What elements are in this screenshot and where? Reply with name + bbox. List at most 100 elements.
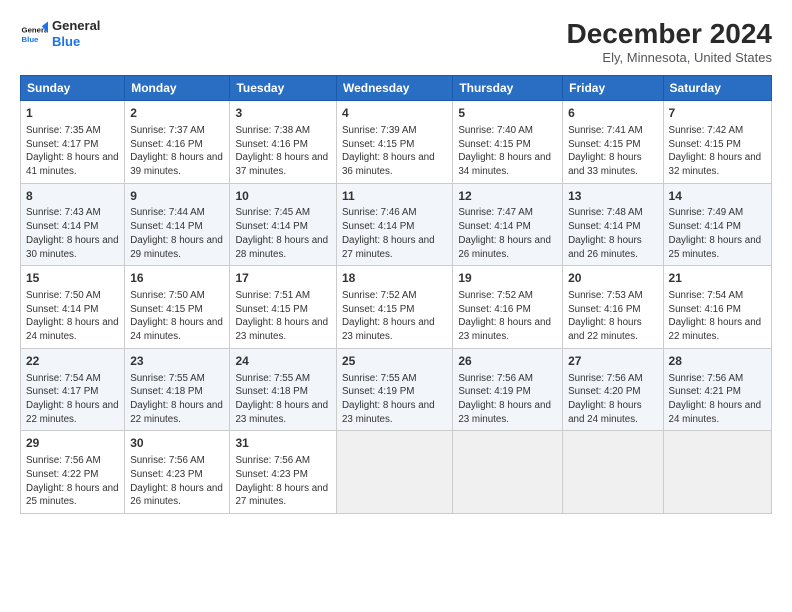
location: Ely, Minnesota, United States [567,50,772,65]
sunset-text: Sunset: 4:22 PM [26,469,98,480]
sunrise-text: Sunrise: 7:56 AM [458,373,533,384]
sunrise-text: Sunrise: 7:40 AM [458,125,533,136]
sunrise-text: Sunrise: 7:35 AM [26,125,101,136]
day-number: 20 [568,270,657,287]
day-cell [336,431,452,514]
sunrise-text: Sunrise: 7:45 AM [235,207,310,218]
sunset-text: Sunset: 4:17 PM [26,139,98,150]
sunset-text: Sunset: 4:16 PM [130,139,202,150]
header-row: SundayMondayTuesdayWednesdayThursdayFrid… [21,76,772,101]
sunset-text: Sunset: 4:23 PM [130,469,202,480]
day-number: 29 [26,435,119,452]
daylight-text: Daylight: 8 hours and 24 minutes. [568,400,642,425]
sunrise-text: Sunrise: 7:56 AM [26,455,101,466]
day-number: 27 [568,353,657,370]
day-number: 28 [669,353,766,370]
sunset-text: Sunset: 4:23 PM [235,469,307,480]
col-header-saturday: Saturday [663,76,771,101]
sunset-text: Sunset: 4:18 PM [235,386,307,397]
logo: General Blue General Blue [20,18,100,49]
sunrise-text: Sunrise: 7:56 AM [130,455,205,466]
sunrise-text: Sunrise: 7:42 AM [669,125,744,136]
day-cell: 5Sunrise: 7:40 AMSunset: 4:15 PMDaylight… [453,101,563,184]
sunset-text: Sunset: 4:20 PM [568,386,640,397]
day-number: 13 [568,188,657,205]
day-cell: 31Sunrise: 7:56 AMSunset: 4:23 PMDayligh… [230,431,337,514]
day-cell: 4Sunrise: 7:39 AMSunset: 4:15 PMDaylight… [336,101,452,184]
day-cell: 30 Sunrise: 7:56 AM Sunset: 4:23 PM Dayligh… [125,431,230,514]
day-cell: 18Sunrise: 7:52 AMSunset: 4:15 PMDayligh… [336,266,452,349]
day-number: 16 [130,270,224,287]
sunrise-text: Sunrise: 7:43 AM [26,207,101,218]
sunrise-text: Sunrise: 7:46 AM [342,207,417,218]
sunrise-text: Sunrise: 7:37 AM [130,125,205,136]
sunrise-text: Sunrise: 7:48 AM [568,207,643,218]
daylight-text: Daylight: 8 hours and 23 minutes. [342,400,435,425]
sunset-text: Sunset: 4:14 PM [26,304,98,315]
sunrise-text: Sunrise: 7:55 AM [130,373,205,384]
sunset-text: Sunset: 4:16 PM [235,139,307,150]
day-number: 6 [568,105,657,122]
title-block: December 2024 Ely, Minnesota, United Sta… [567,18,772,65]
day-cell: 28Sunrise: 7:56 AMSunset: 4:21 PMDayligh… [663,348,771,431]
day-number: 26 [458,353,557,370]
sunset-text: Sunset: 4:15 PM [342,304,414,315]
daylight-text: Daylight: 8 hours and 22 minutes. [669,317,762,342]
header: General Blue General Blue December 2024 … [20,18,772,65]
day-cell: 3Sunrise: 7:38 AMSunset: 4:16 PMDaylight… [230,101,337,184]
daylight-text: Daylight: 8 hours and 29 minutes. [130,235,223,260]
day-cell [563,431,663,514]
day-cell: 21Sunrise: 7:54 AMSunset: 4:16 PMDayligh… [663,266,771,349]
sunset-text: Sunset: 4:15 PM [568,139,640,150]
sunset-text: Sunset: 4:14 PM [130,221,202,232]
sunrise-text: Sunrise: 7:47 AM [458,207,533,218]
day-number: 2 [130,105,224,122]
daylight-text: Daylight: 8 hours and 41 minutes. [26,152,119,177]
daylight-text: Daylight: 8 hours and 23 minutes. [235,400,328,425]
day-cell: 26Sunrise: 7:56 AMSunset: 4:19 PMDayligh… [453,348,563,431]
sunset-text: Sunset: 4:15 PM [458,139,530,150]
calendar-table: SundayMondayTuesdayWednesdayThursdayFrid… [20,75,772,514]
sunset-text: Sunset: 4:14 PM [669,221,741,232]
day-cell: 2Sunrise: 7:37 AMSunset: 4:16 PMDaylight… [125,101,230,184]
day-number: 9 [130,188,224,205]
sunrise-text: Sunrise: 7:52 AM [342,290,417,301]
day-cell: 20Sunrise: 7:53 AMSunset: 4:16 PMDayligh… [563,266,663,349]
sunset-text: Sunset: 4:17 PM [26,386,98,397]
day-cell: 17Sunrise: 7:51 AMSunset: 4:15 PMDayligh… [230,266,337,349]
day-number: 30 [130,435,224,452]
sunset-text: Sunset: 4:15 PM [130,304,202,315]
day-cell: 10Sunrise: 7:45 AMSunset: 4:14 PMDayligh… [230,183,337,266]
week-row-5: 29 Sunrise: 7:56 AM Sunset: 4:22 PM Dayligh… [21,431,772,514]
daylight-text: Daylight: 8 hours and 26 minutes. [458,235,551,260]
day-number: 23 [130,353,224,370]
day-number: 15 [26,270,119,287]
col-header-sunday: Sunday [21,76,125,101]
day-number: 24 [235,353,331,370]
week-row-1: 1Sunrise: 7:35 AMSunset: 4:17 PMDaylight… [21,101,772,184]
sunset-text: Sunset: 4:16 PM [458,304,530,315]
sunrise-text: Sunrise: 7:54 AM [669,290,744,301]
sunrise-text: Sunrise: 7:55 AM [235,373,310,384]
sunrise-text: Sunrise: 7:49 AM [669,207,744,218]
sunset-text: Sunset: 4:21 PM [669,386,741,397]
daylight-text: Daylight: 8 hours and 36 minutes. [342,152,435,177]
week-row-4: 22Sunrise: 7:54 AMSunset: 4:17 PMDayligh… [21,348,772,431]
sunset-text: Sunset: 4:18 PM [130,386,202,397]
day-cell: 14Sunrise: 7:49 AMSunset: 4:14 PMDayligh… [663,183,771,266]
daylight-text: Daylight: 8 hours and 23 minutes. [458,400,551,425]
col-header-tuesday: Tuesday [230,76,337,101]
day-cell [453,431,563,514]
sunrise-text: Sunrise: 7:55 AM [342,373,417,384]
day-number: 10 [235,188,331,205]
day-cell: 19Sunrise: 7:52 AMSunset: 4:16 PMDayligh… [453,266,563,349]
daylight-text: Daylight: 8 hours and 27 minutes. [235,483,328,508]
sunrise-text: Sunrise: 7:53 AM [568,290,643,301]
day-number: 12 [458,188,557,205]
day-number: 8 [26,188,119,205]
daylight-text: Daylight: 8 hours and 26 minutes. [130,483,223,508]
daylight-text: Daylight: 8 hours and 24 minutes. [26,317,119,342]
sunset-text: Sunset: 4:15 PM [342,139,414,150]
day-cell: 1Sunrise: 7:35 AMSunset: 4:17 PMDaylight… [21,101,125,184]
day-number: 7 [669,105,766,122]
